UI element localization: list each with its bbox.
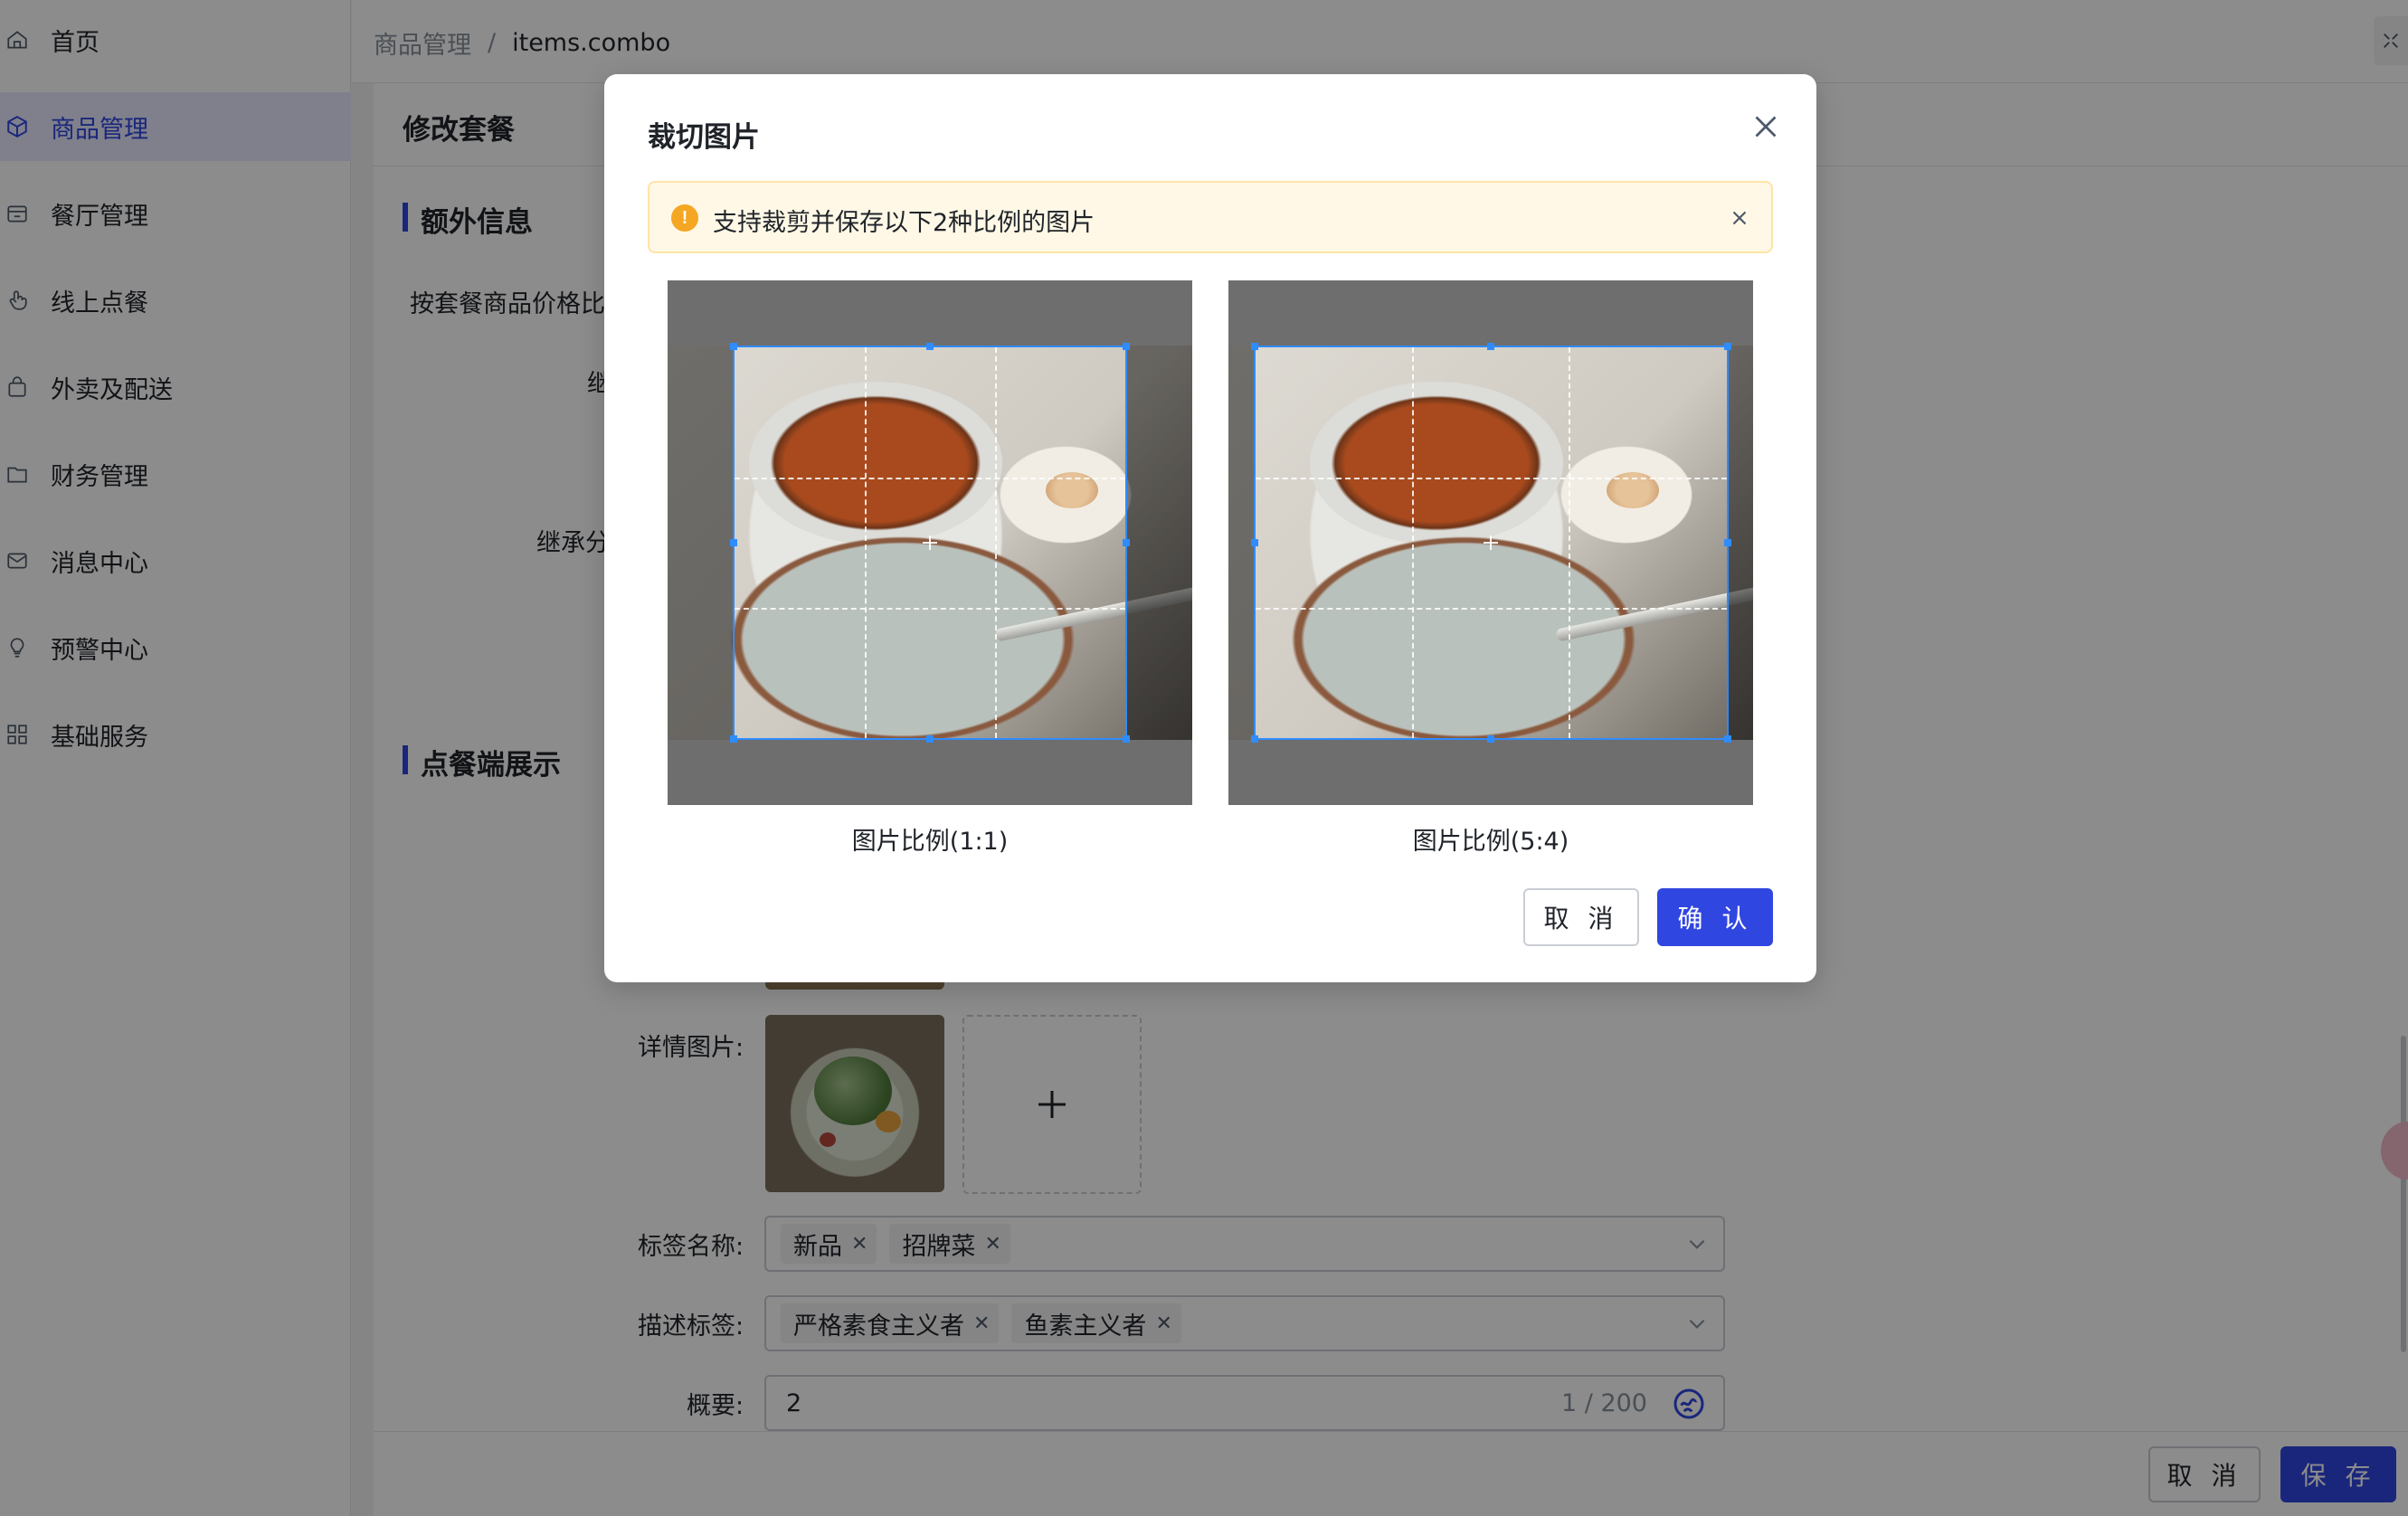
crop-selection-box[interactable] bbox=[1251, 343, 1731, 743]
crop-handle[interactable] bbox=[730, 539, 737, 546]
close-icon[interactable] bbox=[1728, 206, 1751, 230]
crop-image-modal: 裁切图片 ! 支持裁剪并保存以下2种比例的图片 图片比例(1:1) 图片比例(5… bbox=[604, 74, 1816, 982]
crop-grid-line bbox=[1569, 347, 1570, 738]
crop-handle[interactable] bbox=[730, 343, 737, 350]
crop-shade bbox=[1228, 346, 1254, 740]
crop-handle[interactable] bbox=[1724, 343, 1731, 350]
crop-grid-line bbox=[1412, 347, 1414, 738]
modal-title: 裁切图片 bbox=[648, 121, 760, 154]
crop-grid-line bbox=[735, 608, 1125, 610]
crop-handle[interactable] bbox=[926, 343, 934, 350]
crop-grid-line bbox=[1256, 608, 1727, 610]
crop-grid-line bbox=[735, 478, 1125, 479]
crop-handle[interactable] bbox=[1487, 343, 1494, 350]
crop-handle[interactable] bbox=[1123, 343, 1130, 350]
crop-handle[interactable] bbox=[1724, 735, 1731, 743]
modal-confirm-button[interactable]: 确 认 bbox=[1657, 888, 1773, 946]
crop-1-caption: 图片比例(1:1) bbox=[851, 828, 1009, 856]
crop-handle[interactable] bbox=[1123, 735, 1130, 743]
warning-icon: ! bbox=[671, 204, 698, 232]
crop-shade bbox=[668, 346, 733, 740]
modal-cancel-button[interactable]: 取 消 bbox=[1523, 888, 1639, 946]
crop-center-icon bbox=[1484, 535, 1498, 550]
crop-handle[interactable] bbox=[1724, 539, 1731, 546]
info-alert: ! 支持裁剪并保存以下2种比例的图片 bbox=[648, 181, 1773, 253]
crop-shade bbox=[1127, 346, 1192, 740]
cropper-1-1[interactable] bbox=[668, 280, 1192, 805]
crop-2-caption: 图片比例(5:4) bbox=[1412, 828, 1569, 856]
crop-handle[interactable] bbox=[926, 735, 934, 743]
crop-handle[interactable] bbox=[1251, 539, 1258, 546]
crop-shade bbox=[1729, 346, 1753, 740]
crop-handle[interactable] bbox=[730, 735, 737, 743]
crop-handle[interactable] bbox=[1487, 735, 1494, 743]
close-icon[interactable] bbox=[1749, 110, 1782, 143]
cropper-5-4[interactable] bbox=[1228, 280, 1753, 805]
crop-grid-line bbox=[1256, 478, 1727, 479]
crop-handle[interactable] bbox=[1123, 539, 1130, 546]
crop-grid-line bbox=[995, 347, 997, 738]
crop-grid-line bbox=[865, 347, 867, 738]
crop-selection-box[interactable] bbox=[730, 343, 1130, 743]
crop-handle[interactable] bbox=[1251, 735, 1258, 743]
alert-text: 支持裁剪并保存以下2种比例的图片 bbox=[713, 209, 1095, 237]
crop-handle[interactable] bbox=[1251, 343, 1258, 350]
crop-center-icon bbox=[923, 535, 937, 550]
